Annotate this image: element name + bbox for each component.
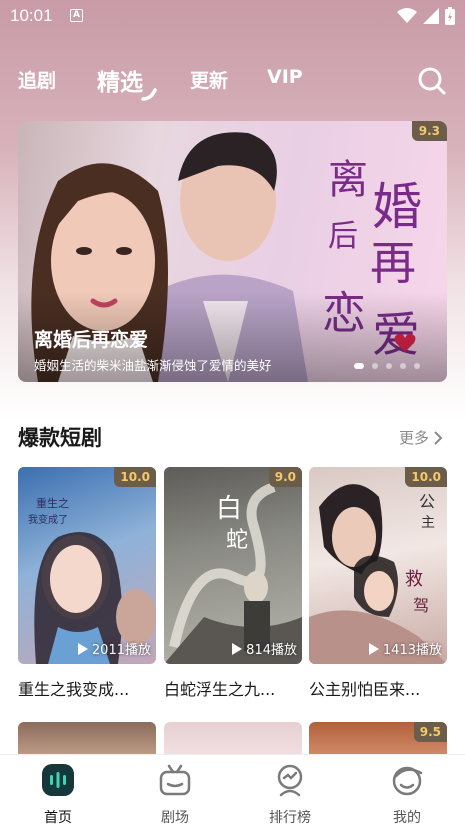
tab-label: 我的 — [393, 810, 421, 826]
svg-text:白: 白 — [216, 494, 242, 524]
section-title: 爆款短剧 — [18, 426, 102, 450]
tab-featured[interactable]: 精选 — [97, 63, 143, 97]
pager-dot[interactable] — [400, 363, 406, 369]
pager-dot[interactable] — [372, 363, 378, 369]
pager-dot[interactable] — [386, 363, 392, 369]
svg-text:重生之: 重生之 — [36, 496, 69, 510]
tab-vip[interactable]: VIP — [267, 66, 303, 88]
tab-label: 排行榜 — [269, 810, 311, 826]
drama-card[interactable]: 公 主 救 驾 10.0 1413播放 公主别怕臣来... — [309, 467, 447, 700]
tab-label: 剧场 — [161, 810, 189, 826]
trophy-icon — [277, 764, 303, 797]
tab-following[interactable]: 追剧 — [18, 66, 56, 93]
poster-artwork: 白 蛇 — [164, 482, 302, 664]
banner-description: 婚姻生活的柴米油盐渐渐侵蚀了爱情的美好 — [34, 358, 272, 373]
tab-profile[interactable]: 我的 — [367, 763, 447, 826]
score-badge: 9.0 — [268, 467, 302, 487]
banner-score-badge: 9.3 — [411, 121, 447, 141]
chevron-right-icon — [434, 430, 443, 445]
tab-theater[interactable]: 剧场 — [135, 763, 215, 826]
drama-title: 重生之我变成... — [18, 680, 130, 699]
tab-ranking[interactable]: 排行榜 — [250, 763, 330, 826]
tv-icon — [159, 764, 191, 796]
drama-card[interactable]: 重生之 我变成了 10.0 2011播放 重生之我变成... — [18, 467, 156, 700]
banner-title: 离婚后再恋爱 — [34, 329, 149, 351]
battery-icon — [445, 7, 455, 25]
featured-banner[interactable]: 离 婚 后 再 恋 爱 9.3 离婚后再恋爱 婚姻生活的柴米油盐渐渐侵蚀了爱情的… — [18, 121, 447, 382]
top-nav: 追剧 精选 更新 VIP — [0, 58, 465, 102]
more-label: 更多 — [398, 429, 429, 447]
poster-artwork: 重生之 我变成了 — [28, 496, 156, 664]
svg-text:我变成了: 我变成了 — [28, 513, 68, 526]
svg-text:救: 救 — [405, 569, 423, 590]
status-time: 10:01 — [10, 6, 53, 25]
drama-title: 白蛇浮生之九... — [164, 680, 276, 699]
play-icon — [368, 642, 379, 655]
drama-card[interactable]: 白 蛇 9.0 814播放 白蛇浮生之九... — [164, 467, 302, 700]
svg-text:驾: 驾 — [413, 596, 429, 615]
play-count: 2011播放 — [77, 639, 151, 658]
status-bar: 10:01 A — [0, 0, 465, 34]
tab-updates[interactable]: 更新 — [190, 66, 228, 93]
banner-pager — [354, 363, 420, 369]
tab-label: 首页 — [44, 810, 72, 826]
search-icon[interactable] — [417, 66, 447, 96]
play-icon — [232, 642, 243, 655]
profile-icon — [392, 766, 423, 796]
score-badge: 9.5 — [413, 722, 447, 742]
play-count: 1413播放 — [368, 639, 442, 658]
score-badge: 10.0 — [114, 467, 156, 487]
notification-icon: A — [70, 9, 83, 22]
more-button[interactable]: 更多 — [399, 427, 443, 448]
drama-poster: 公 主 救 驾 10.0 1413播放 — [309, 467, 447, 664]
active-tab-indicator — [141, 88, 157, 101]
home-icon — [42, 764, 74, 796]
wifi-icon — [397, 8, 417, 23]
svg-text:蛇: 蛇 — [226, 528, 248, 553]
signal-icon — [423, 8, 439, 24]
drama-poster: 白 蛇 9.0 814播放 — [164, 467, 302, 664]
svg-text:主: 主 — [421, 515, 435, 531]
play-icon — [77, 642, 88, 655]
tab-home[interactable]: 首页 — [18, 763, 98, 826]
score-badge: 10.0 — [405, 467, 447, 487]
bottom-tab-bar: 首页 剧场 排行榜 我的 — [0, 754, 465, 826]
play-count: 814播放 — [231, 639, 297, 658]
status-icons — [397, 7, 455, 25]
poster-artwork: 公 主 救 驾 — [309, 484, 447, 664]
drama-poster: 重生之 我变成了 10.0 2011播放 — [18, 467, 156, 664]
pager-dot[interactable] — [414, 363, 420, 369]
pager-dot[interactable] — [354, 363, 364, 369]
drama-title: 公主别怕臣来... — [309, 680, 421, 699]
svg-text:公: 公 — [419, 492, 435, 511]
